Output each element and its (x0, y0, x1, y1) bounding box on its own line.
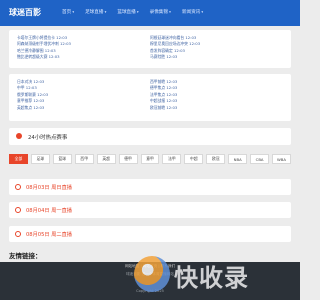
clock-icon (15, 231, 21, 237)
news-link[interactable]: 英超焦点 12:03 (17, 105, 150, 111)
news-panel-bottom: 日本对决 12:03 中甲 12:03 俄罗斯联赛 12:03 意甲推荐 12:… (9, 74, 291, 121)
friend-links-title: 友情链接： (9, 252, 42, 260)
tab-wba[interactable]: WBA (272, 154, 291, 164)
tab-cba[interactable]: CBA (250, 154, 270, 164)
tab-ucl[interactable]: 欧冠 (206, 154, 226, 164)
schedule-day-label: 08月04日 周一直播 (26, 208, 72, 214)
news-panel-top: 卡塔尔王牌小将提拉卡 12:03 阿森纳顶级射手埋伏冲刺 12:03 哈兰德冷静… (9, 30, 291, 68)
tab-basketball[interactable]: 篮球 (52, 154, 72, 164)
schedule-day[interactable]: 08月05日 周二直播 (9, 226, 291, 242)
nav-item-football[interactable]: 足球直播 (85, 9, 106, 15)
schedule-day[interactable]: 08月04日 周一直播 (9, 202, 291, 218)
tab-laliga[interactable]: 西甲 (74, 154, 94, 164)
tab-bundesliga[interactable]: 德甲 (118, 154, 138, 164)
nav-item-highlights[interactable]: 录像集锦 (150, 9, 171, 15)
nav-item-home[interactable]: 首页 (62, 9, 74, 15)
schedule-day[interactable]: 08月03日 周日直播 (9, 179, 291, 195)
clock-icon (15, 184, 21, 190)
fire-icon (16, 133, 22, 139)
main-nav: 首页 足球直播 篮球直播 录像集锦 新闻资讯 (62, 9, 203, 15)
watermark-text: 快收录 (174, 264, 249, 292)
tab-ligue-1[interactable]: 法甲 (162, 154, 182, 164)
tab-serie-a[interactable]: 意甲 (140, 154, 160, 164)
news-column-left: 卡塔尔王牌小将提拉卡 12:03 阿森纳顶级射手埋伏冲刺 12:03 哈兰德冷静… (17, 35, 150, 61)
watermark: 快收录 (134, 255, 284, 295)
news-column-right: 西甲前瞻 12:03 德甲焦点 12:03 法甲焦点 12:03 中超战报 12… (150, 79, 283, 111)
tab-all[interactable]: 全部 (9, 154, 28, 164)
news-link[interactable]: 马赛险胜 12:03 (150, 54, 283, 60)
top-navbar: 球迷百影 首页 足球直播 篮球直播 录像集锦 新闻资讯 (0, 0, 300, 26)
nav-item-news[interactable]: 新闻资讯 (182, 9, 203, 15)
news-column-left: 日本对决 12:03 中甲 12:03 俄罗斯联赛 12:03 意甲推荐 12:… (17, 79, 150, 111)
schedule-day-label: 08月05日 周二直播 (26, 232, 72, 238)
site-logo[interactable]: 球迷百影 (9, 7, 41, 18)
tab-football[interactable]: 足球 (30, 154, 50, 164)
tab-premier-league[interactable]: 英超 (96, 154, 116, 164)
clock-icon (15, 207, 21, 213)
tab-csl[interactable]: 中超 (184, 154, 204, 164)
news-link[interactable]: 欧冠前瞻 12:03 (150, 105, 283, 111)
nav-item-basketball[interactable]: 篮球直播 (117, 9, 138, 15)
hot-events-header: 24小时热点赛事 (9, 128, 291, 145)
hot-events-title: 24小时热点赛事 (28, 135, 68, 141)
news-link[interactable]: 鲍比逆转超级大赛 12:03 (17, 54, 150, 60)
news-column-right: 阿根廷球迷冲向看台 12:03 穆里尼奥回应场边冲突 12:03 首发阵容确定 … (150, 35, 283, 61)
tab-nba[interactable]: NBA (228, 154, 248, 164)
watermark-logo-icon (134, 256, 170, 292)
category-tabs: 全部 足球 篮球 西甲 英超 德甲 意甲 法甲 中超 欧冠 NBA CBA WB… (9, 154, 291, 164)
schedule-day-label: 08月03日 周日直播 (26, 185, 72, 191)
